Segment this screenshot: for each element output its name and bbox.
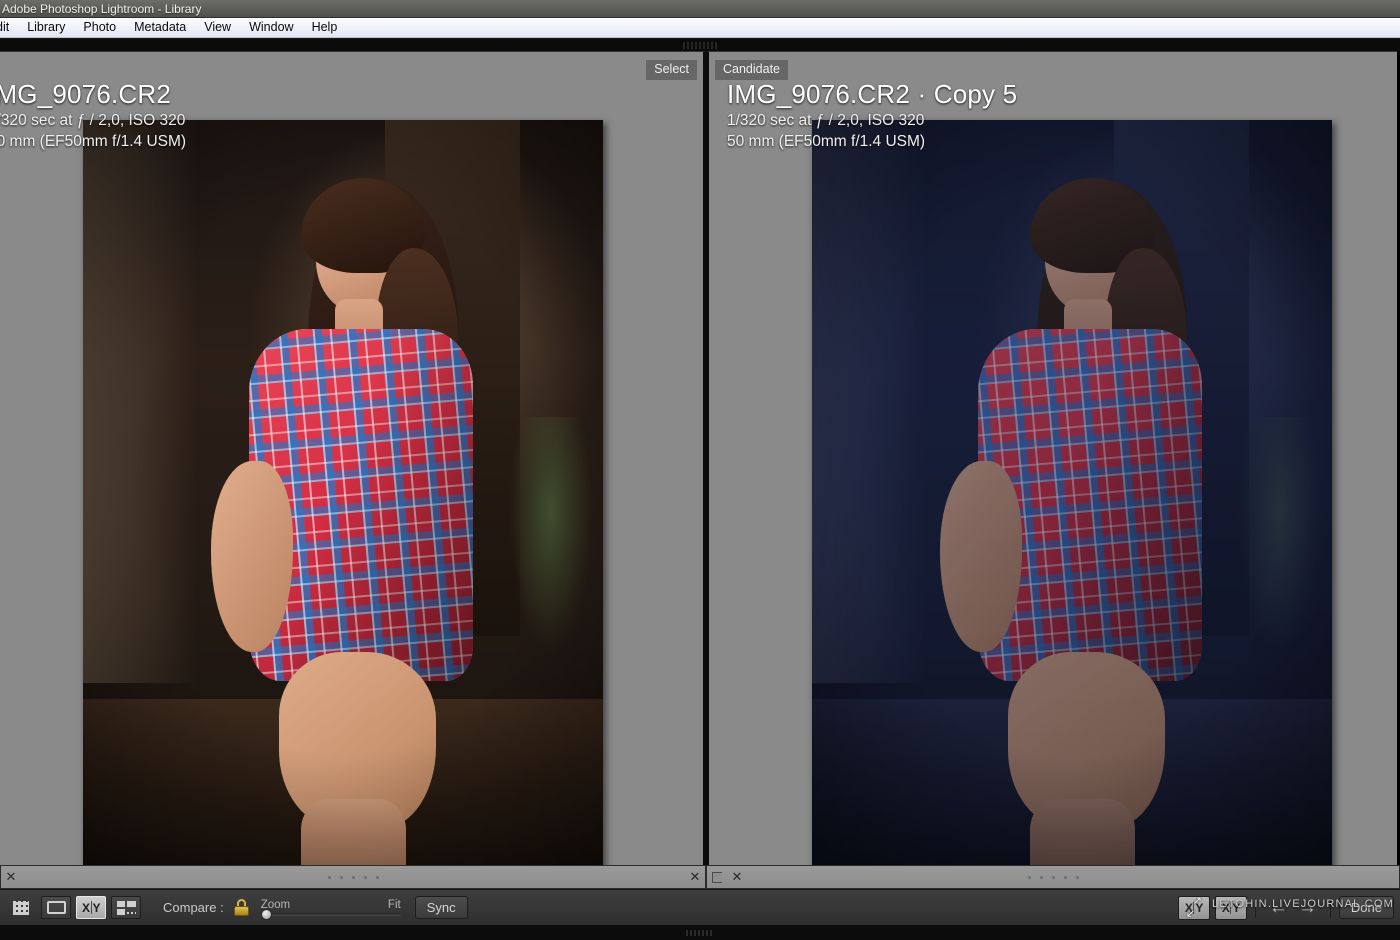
survey-view-button[interactable] <box>111 896 141 919</box>
lock-body <box>234 906 249 916</box>
zoom-slider-track[interactable] <box>261 913 401 916</box>
candidate-strip-close-icon[interactable]: ✕ <box>727 868 747 886</box>
select-strip-dots <box>1 866 705 888</box>
menu-item-metadata[interactable]: Metadata <box>125 18 195 37</box>
compare-xy-icon: XY <box>82 901 100 915</box>
view-mode-group: XY <box>6 896 141 919</box>
strip-dot <box>352 876 355 879</box>
select-strip-close-icon[interactable]: ✕ <box>685 868 705 886</box>
select-photo-scene <box>83 120 603 902</box>
arrow-down-left-icon: ↙ <box>1186 909 1195 920</box>
strip-dot <box>340 876 343 879</box>
strip-dot <box>376 876 379 879</box>
select-strip-close-left-icon[interactable]: ✕ <box>1 868 21 886</box>
select-status-strip: ✕ ✕ <box>0 865 706 889</box>
strip-dot <box>364 876 367 879</box>
select-pane[interactable]: Select <box>0 51 706 865</box>
lightroom-window: Adobe Photoshop Lightroom - Library dit … <box>0 0 1400 940</box>
watermark-text: LETOHIN.LIVEJOURNAL.COM <box>1212 898 1394 910</box>
window-title-bar: Adobe Photoshop Lightroom - Library <box>0 0 1400 18</box>
bottom-panel-collapse-bar[interactable] <box>0 925 1400 940</box>
compare-panes: Select <box>0 51 1400 865</box>
candidate-pane[interactable]: Candidate <box>706 51 1397 865</box>
menu-item-view[interactable]: View <box>195 18 240 37</box>
menu-item-window[interactable]: Window <box>240 18 302 37</box>
grid-icon <box>13 901 29 915</box>
candidate-badge: Candidate <box>715 60 788 80</box>
loupe-icon <box>47 901 66 914</box>
zoom-slider[interactable]: Zoom Fit <box>261 899 401 916</box>
menu-item-library[interactable]: Library <box>18 18 74 37</box>
strip-dot <box>1076 876 1079 879</box>
chevron-up-icon <box>683 42 717 49</box>
strip-dot <box>1052 876 1055 879</box>
chevron-down-icon <box>686 930 714 936</box>
window-title: Adobe Photoshop Lightroom - Library <box>2 2 201 16</box>
compare-work-area: Select <box>0 39 1400 865</box>
candidate-photo[interactable] <box>812 120 1332 902</box>
menu-item-edit[interactable]: dit <box>0 18 18 37</box>
compare-view-button[interactable]: XY <box>76 896 106 919</box>
strip-dot <box>1064 876 1067 879</box>
menu-bar: dit Library Photo Metadata View Window H… <box>0 18 1400 38</box>
pane-status-strip-row: ✕ ✕ ✕ <box>0 865 1400 889</box>
grid-view-button[interactable] <box>6 896 36 919</box>
zoom-slider-labels: Zoom Fit <box>261 899 401 911</box>
candidate-photo-scene <box>812 120 1332 902</box>
bottom-toolbar: XY Compare : Zoom Fit <box>0 889 1400 925</box>
compare-label: Compare : <box>163 900 224 915</box>
top-panel-collapse-bar[interactable] <box>0 39 1400 51</box>
candidate-status-strip: ✕ <box>706 865 1400 889</box>
menu-item-help[interactable]: Help <box>303 18 347 37</box>
strip-dot <box>1040 876 1043 879</box>
lock-icon[interactable] <box>234 899 249 916</box>
sync-button[interactable]: Sync <box>415 896 468 919</box>
zoom-slider-handle[interactable] <box>261 909 272 920</box>
loupe-view-button[interactable] <box>41 896 71 919</box>
menu-item-photo[interactable]: Photo <box>74 18 125 37</box>
candidate-filename: IMG_9076.CR2 · Copy 5 <box>727 78 1017 110</box>
select-badge: Select <box>646 60 697 80</box>
flag-glyph <box>712 872 722 883</box>
subject-arm <box>211 461 293 652</box>
swap-select-candidate-button[interactable]: XY ↗ ↙ <box>1178 896 1210 920</box>
select-photo[interactable] <box>83 120 603 902</box>
select-filename: IMG_9076.CR2 <box>0 78 186 110</box>
survey-icon <box>117 901 136 915</box>
strip-dot <box>328 876 331 879</box>
arrow-up-right-icon: ↗ <box>1193 896 1202 907</box>
subject-arm <box>940 461 1022 652</box>
candidate-strip-dots <box>707 866 1399 888</box>
photo-subject <box>895 167 1269 902</box>
zoom-value: Fit <box>388 899 401 911</box>
photo-subject <box>166 167 540 902</box>
strip-dot <box>1028 876 1031 879</box>
candidate-flag-icon[interactable] <box>707 868 727 886</box>
